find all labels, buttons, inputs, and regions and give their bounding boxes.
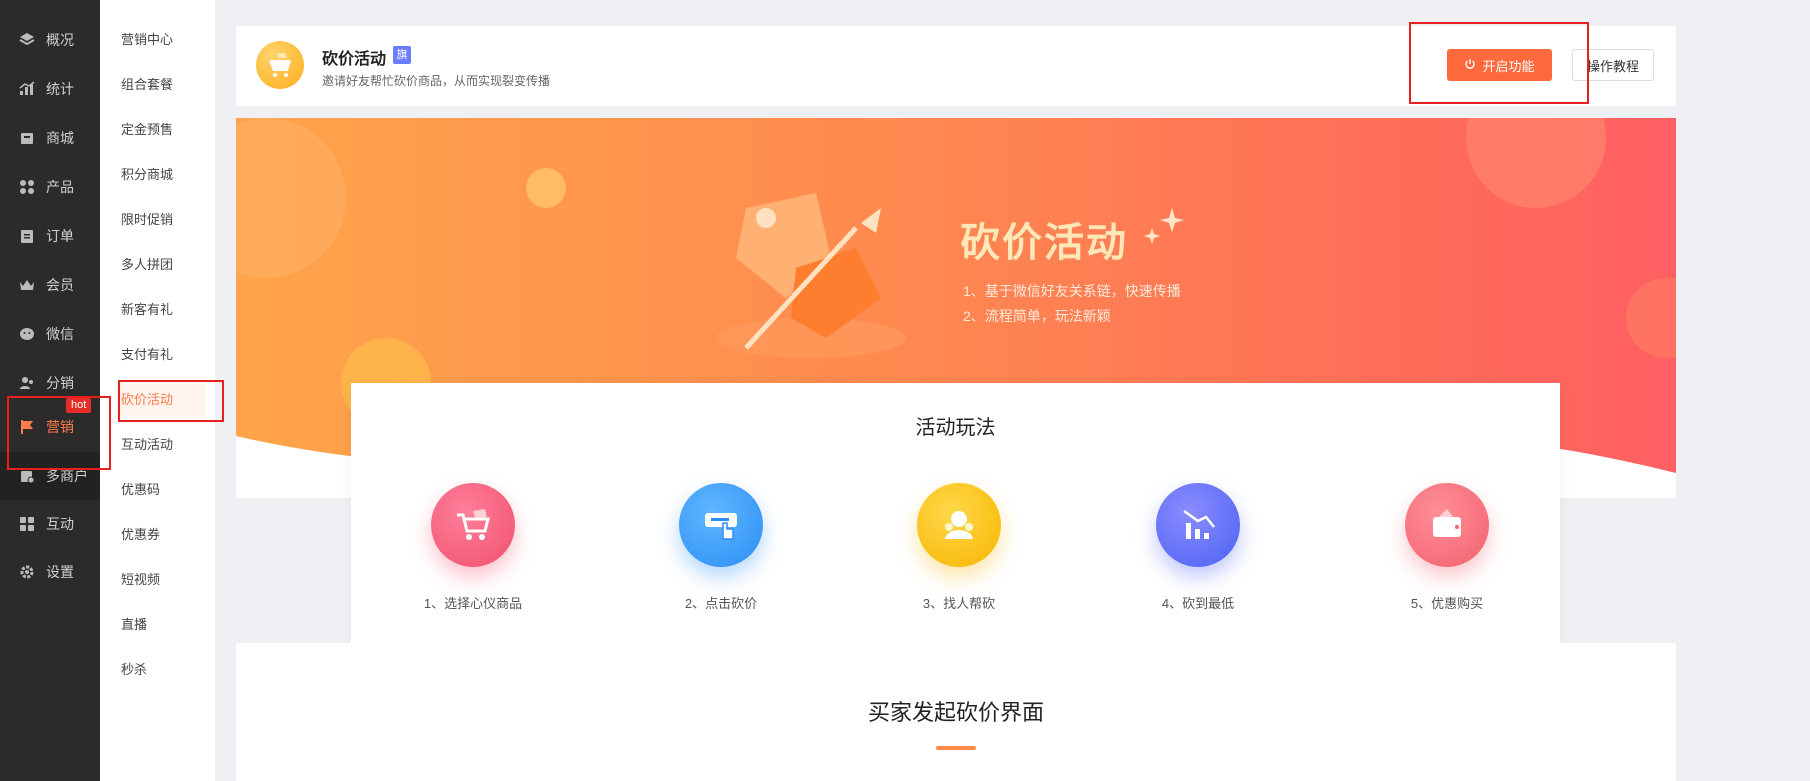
- sidebar-item-label: 概况: [46, 32, 74, 48]
- layers-icon: [18, 31, 36, 49]
- sidebar-item-label: 订单: [46, 228, 74, 244]
- main-sidebar: 概况 统计 商城 产品 订单 会员 微信 分销 营销 hot 多商户 互动 设置: [0, 0, 100, 781]
- grid-icon: [18, 178, 36, 196]
- sidebar-item-mall[interactable]: 商城: [0, 116, 100, 160]
- annotation-box-marketing: [7, 396, 111, 470]
- rule-step-4: 4、砍到最低: [1118, 483, 1278, 612]
- submenu-item[interactable]: 短视频: [121, 570, 160, 590]
- sidebar-item-label: 统计: [46, 81, 74, 97]
- submenu-item[interactable]: 多人拼团: [121, 255, 173, 275]
- tap-icon: [679, 483, 763, 567]
- rule-step-label: 5、优惠购买: [1410, 596, 1484, 611]
- rules-title: 活动玩法: [915, 417, 996, 439]
- submenu-item[interactable]: 互动活动: [121, 435, 173, 455]
- submenu-item[interactable]: 组合套餐: [121, 75, 173, 95]
- submenu-item[interactable]: 秒杀: [121, 660, 147, 680]
- sidebar-item-order[interactable]: 订单: [0, 214, 100, 258]
- sidebar-item-label: 设置: [46, 564, 74, 580]
- sidebar-item-label: 会员: [46, 277, 74, 293]
- order-icon: [18, 227, 36, 245]
- trend-down-icon: [1156, 483, 1240, 567]
- rule-step-1: 1、选择心仪商品: [393, 483, 553, 612]
- cart-icon: [431, 483, 515, 567]
- activity-rules-card: 活动玩法 1、选择心仪商品 2、点击砍价 3、找人帮砍 4、砍到最低 5、优惠购…: [351, 383, 1560, 643]
- people-icon: [917, 483, 1001, 567]
- submenu-item[interactable]: 优惠码: [121, 480, 160, 500]
- rule-step-3: 3、找人帮砍: [879, 483, 1039, 612]
- sidebar-item-stats[interactable]: 统计: [0, 67, 100, 111]
- flagship-badge: 旗: [393, 46, 411, 64]
- submenu-item[interactable]: 支付有礼: [121, 345, 173, 365]
- sidebar-item-label: 互动: [46, 516, 74, 532]
- users-icon: [18, 374, 36, 392]
- submenu-item[interactable]: 营销中心: [121, 30, 173, 50]
- section-title-underline: [936, 746, 976, 750]
- sidebar-item-label: 商城: [46, 130, 74, 146]
- page-subtitle: 邀请好友帮忙砍价商品，从而实现裂变传播: [322, 74, 551, 88]
- submenu-item[interactable]: 积分商城: [121, 165, 173, 185]
- sparkle-icon: [1144, 208, 1184, 244]
- rule-step-5: 5、优惠购买: [1367, 483, 1527, 612]
- submenu-item[interactable]: 定金预售: [121, 120, 173, 140]
- sidebar-item-wechat[interactable]: 微信: [0, 312, 100, 356]
- rule-step-label: 1、选择心仪商品: [423, 596, 523, 611]
- sidebar-item-settings[interactable]: 设置: [0, 550, 100, 594]
- submenu-item[interactable]: 直播: [121, 615, 147, 635]
- sidebar-item-label: 分销: [46, 375, 74, 391]
- chart-icon: [18, 80, 36, 98]
- submenu-item[interactable]: 新客有礼: [121, 300, 173, 320]
- rule-step-label: 4、砍到最低: [1161, 596, 1235, 611]
- sidebar-item-member[interactable]: 会员: [0, 263, 100, 307]
- submenu-item[interactable]: 限时促销: [121, 210, 173, 230]
- rule-step-2: 2、点击砍价: [641, 483, 801, 612]
- rule-step-label: 3、找人帮砍: [922, 596, 996, 611]
- banner-feature-line: 2、流程简单，玩法新颖: [963, 308, 1111, 324]
- page-title: 砍价活动: [322, 51, 387, 68]
- section-title: 买家发起砍价界面: [867, 700, 1044, 725]
- annotation-box-enable: [1409, 22, 1589, 104]
- sidebar-item-interaction[interactable]: 互动: [0, 502, 100, 546]
- sidebar-item-product[interactable]: 产品: [0, 165, 100, 209]
- buyer-bargain-section: 买家发起砍价界面: [236, 643, 1676, 781]
- wechat-icon: [18, 325, 36, 343]
- sidebar-item-overview[interactable]: 概况: [0, 18, 100, 62]
- grid2-icon: [18, 515, 36, 533]
- banner-feature-line: 1、基于微信好友关系链，快速传播: [963, 283, 1181, 299]
- banner-title: 砍价活动: [960, 221, 1128, 265]
- shop-icon: [18, 129, 36, 147]
- gear-icon: [18, 563, 36, 581]
- crown-icon: [18, 276, 36, 294]
- bargain-logo-icon: [256, 41, 304, 89]
- annotation-box-bargain: [118, 380, 224, 422]
- sidebar-item-label: 微信: [46, 326, 74, 342]
- price-tag-illustration: [716, 193, 906, 358]
- sidebar-item-label: 产品: [46, 179, 74, 195]
- rule-step-label: 2、点击砍价: [684, 596, 758, 611]
- submenu-item[interactable]: 优惠券: [121, 525, 160, 545]
- wallet-icon: [1405, 483, 1489, 567]
